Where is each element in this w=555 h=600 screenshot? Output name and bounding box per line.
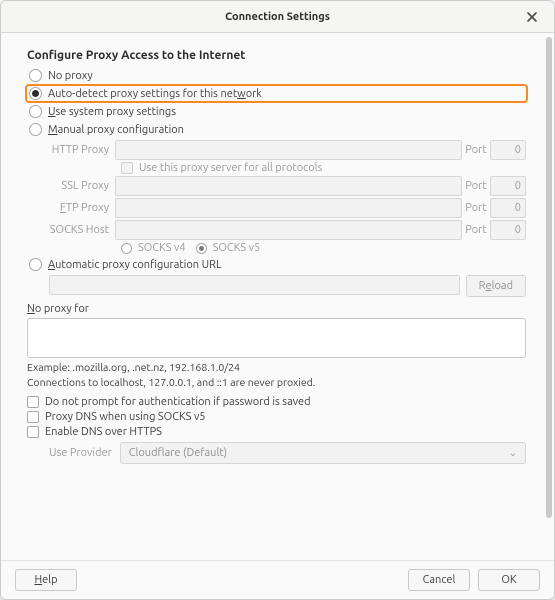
scrollbar[interactable] [544,33,554,560]
socks-proxy-host-input[interactable] [115,220,462,240]
port-label: Port [462,144,490,156]
scrollbar-thumb[interactable] [546,37,552,518]
ok-button[interactable]: OK [478,569,540,591]
reload-button[interactable]: Reload [466,275,526,297]
section-title: Configure Proxy Access to the Internet [27,49,526,62]
ssl-proxy-row: SSL Proxy Port 0 [49,176,526,196]
example-text: Example: .mozilla.org, .net.nz, 192.168.… [27,361,526,373]
radio-label: SOCKS v5 [213,242,261,254]
close-icon [526,11,538,23]
provider-select[interactable]: Cloudflare (Default) ⌄ [120,442,526,464]
radio-icon [29,105,42,118]
radio-label: Use system proxy settings [48,106,176,118]
connection-settings-dialog: Connection Settings Configure Proxy Acce… [0,0,555,600]
radio-icon [29,87,42,100]
socks-proxy-label: SOCKS Host [49,224,115,236]
dialog-footer: Help Cancel OK [1,560,554,599]
radio-socks-v5[interactable]: SOCKS v5 [196,242,261,254]
socks-proxy-port-input[interactable]: 0 [490,220,526,240]
radio-pac[interactable]: Automatic proxy configuration URL [27,257,526,272]
help-button[interactable]: Help [15,569,77,591]
checkbox-icon [27,426,39,438]
no-proxy-for-input[interactable] [27,318,526,358]
checkbox-enable-doh[interactable]: Enable DNS over HTTPS [27,426,526,438]
radio-socks-v4[interactable]: SOCKS v4 [121,242,186,254]
window-title: Connection Settings [225,11,330,23]
cancel-button[interactable]: Cancel [408,569,470,591]
radio-icon [29,258,42,271]
radio-use-system[interactable]: Use system proxy settings [27,104,526,119]
radio-manual[interactable]: Manual proxy configuration [27,122,526,137]
checkbox-icon[interactable] [121,162,133,174]
radio-icon [121,243,132,254]
provider-row: Use Provider Cloudflare (Default) ⌄ [49,442,526,464]
checkbox-label: Enable DNS over HTTPS [45,426,162,438]
checkbox-label: Do not prompt for authentication if pass… [45,396,311,408]
chevron-down-icon: ⌄ [509,447,517,459]
use-for-all-row: Use this proxy server for all protocols [115,162,526,174]
close-button[interactable] [518,1,546,33]
radio-label: SOCKS v4 [138,242,186,254]
checkbox-no-prompt[interactable]: Do not prompt for authentication if pass… [27,396,526,408]
radio-no-proxy[interactable]: No proxy [27,68,526,83]
http-proxy-host-input[interactable] [115,140,462,160]
radio-icon [29,123,42,136]
radio-icon [29,69,42,82]
radio-label: Manual proxy configuration [48,124,184,136]
radio-label: Automatic proxy configuration URL [48,259,222,271]
ssl-proxy-port-input[interactable]: 0 [490,176,526,196]
radio-label: No proxy [48,70,93,82]
radio-label: Auto-detect proxy settings for this netw… [48,88,262,100]
provider-value: Cloudflare (Default) [129,447,227,459]
pac-url-input[interactable] [49,275,460,295]
pac-row: Reload [49,275,526,297]
ftp-proxy-host-input[interactable] [115,198,462,218]
localhost-note: Connections to localhost, 127.0.0.1, and… [27,376,526,388]
provider-label: Use Provider [49,447,112,459]
content-area: Configure Proxy Access to the Internet N… [1,33,544,560]
checkbox-proxy-dns[interactable]: Proxy DNS when using SOCKS v5 [27,411,526,423]
no-proxy-for-label: No proxy for [27,303,526,315]
ftp-proxy-port-input[interactable]: 0 [490,198,526,218]
port-label: Port [462,202,490,214]
http-proxy-label: HTTP Proxy [49,144,115,156]
ssl-proxy-label: SSL Proxy [49,180,115,192]
checkbox-icon [27,411,39,423]
http-proxy-port-input[interactable]: 0 [490,140,526,160]
socks-proxy-row: SOCKS Host Port 0 [49,220,526,240]
checkbox-label: Proxy DNS when using SOCKS v5 [45,411,206,423]
checkbox-icon [27,396,39,408]
radio-auto-detect[interactable]: Auto-detect proxy settings for this netw… [27,86,526,101]
dialog-body: Configure Proxy Access to the Internet N… [1,33,554,560]
ssl-proxy-host-input[interactable] [115,176,462,196]
port-label: Port [462,180,490,192]
titlebar: Connection Settings [1,1,554,33]
socks-version-row: SOCKS v4 SOCKS v5 [115,242,526,254]
ftp-proxy-row: FTP Proxy Port 0 [49,198,526,218]
http-proxy-row: HTTP Proxy Port 0 [49,140,526,160]
use-for-all-label: Use this proxy server for all protocols [139,162,322,174]
radio-icon [196,243,207,254]
manual-proxy-grid: HTTP Proxy Port 0 Use this proxy server … [49,140,526,254]
ftp-proxy-label: FTP Proxy [49,202,115,214]
port-label: Port [462,224,490,236]
